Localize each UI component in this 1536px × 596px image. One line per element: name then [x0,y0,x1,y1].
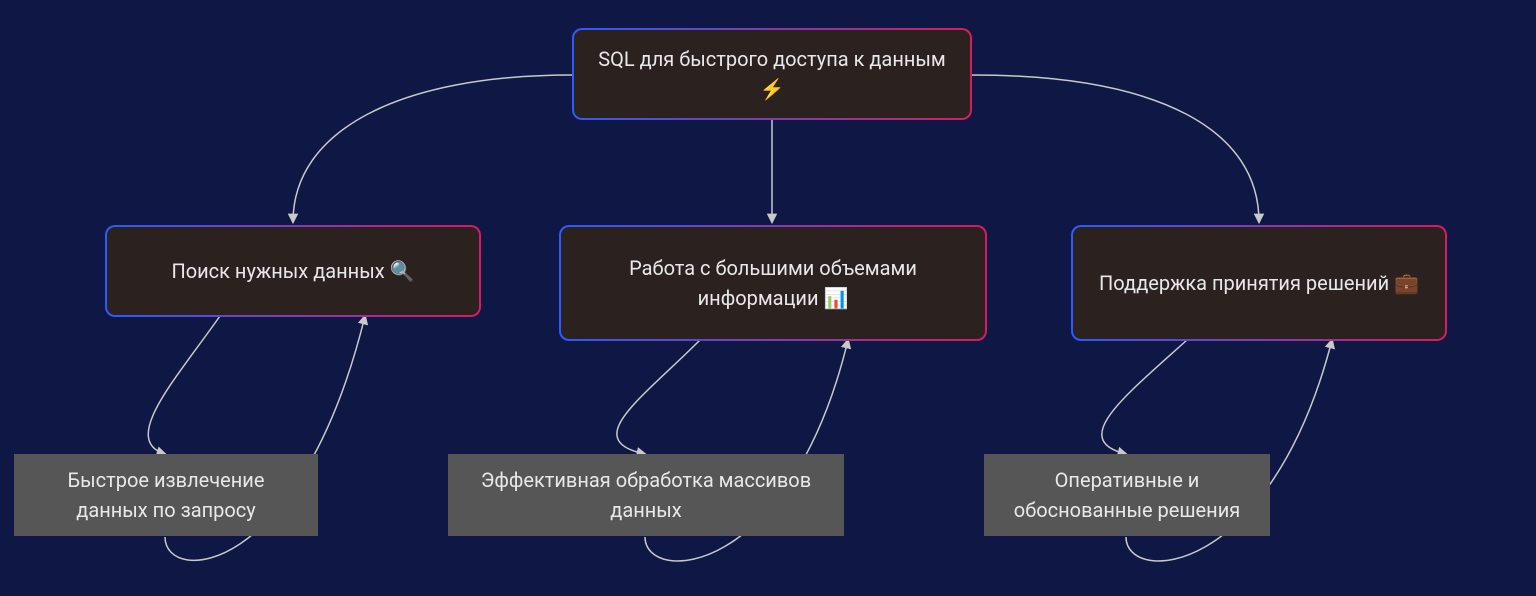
child-node-search-label: Поиск нужных данных 🔍 [171,256,414,286]
child-node-decisions-label: Поддержка принятия решений 💼 [1099,268,1419,298]
child-node-bigdata-label: Работа с большими объемами информации 📊 [585,253,961,313]
leaf-node-extraction-label: Быстрое извлечение данных по запросу [32,465,300,525]
child-node-search[interactable]: Поиск нужных данных 🔍 [105,225,481,317]
root-node[interactable]: SQL для быстрого доступа к данным ⚡ [572,28,972,120]
leaf-node-processing-label: Эффективная обработка массивов данных [466,465,826,525]
child-node-bigdata[interactable]: Работа с большими объемами информации 📊 [559,225,987,341]
leaf-node-extraction[interactable]: Быстрое извлечение данных по запросу [14,454,318,536]
leaf-node-decisions-detail[interactable]: Оперативные и обоснованные решения [984,454,1270,536]
leaf-node-decisions-detail-label: Оперативные и обоснованные решения [1002,465,1252,525]
child-node-decisions[interactable]: Поддержка принятия решений 💼 [1071,225,1447,341]
leaf-node-processing[interactable]: Эффективная обработка массивов данных [448,454,844,536]
root-node-label: SQL для быстрого доступа к данным ⚡ [598,44,946,104]
